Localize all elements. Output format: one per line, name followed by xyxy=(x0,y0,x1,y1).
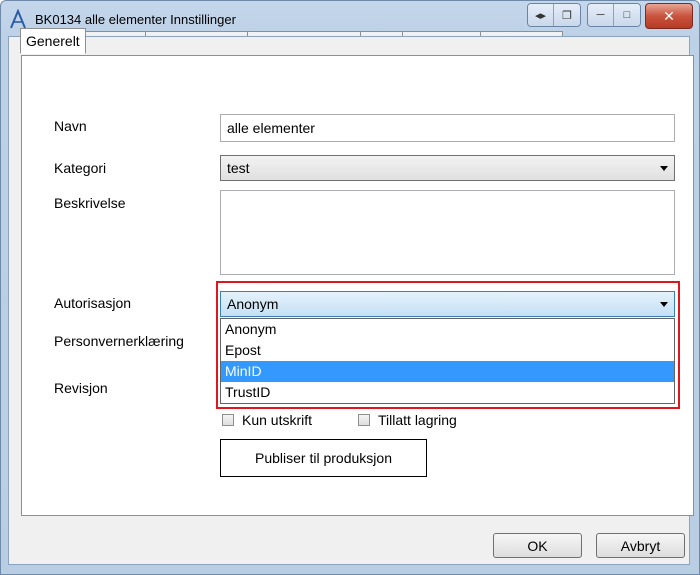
option-minid[interactable]: MinID xyxy=(221,361,674,382)
personvern-label: Personvernerklæring xyxy=(54,333,184,349)
chevron-down-icon xyxy=(660,302,668,307)
autorisasjon-select[interactable]: Anonym xyxy=(220,291,675,317)
revisjon-label: Revisjon xyxy=(54,380,108,396)
beskrivelse-textarea[interactable] xyxy=(220,190,675,275)
checkbox-box xyxy=(222,414,234,426)
kun-utskrift-checkbox[interactable]: Kun utskrift xyxy=(222,412,312,428)
tab-generelt[interactable]: Generelt xyxy=(20,28,86,54)
window-title: BK0134 alle elementer Innstillinger xyxy=(35,12,236,27)
copy-icon[interactable]: ❐ xyxy=(554,4,580,26)
kategori-value: test xyxy=(227,160,250,176)
option-trustid[interactable]: TrustID xyxy=(221,382,674,403)
autorisasjon-dropdown-list: Anonym Epost MinID TrustID xyxy=(220,318,675,404)
option-epost[interactable]: Epost xyxy=(221,340,674,361)
navn-input[interactable]: alle elementer xyxy=(220,114,675,142)
kategori-label: Kategori xyxy=(54,160,107,176)
minimize-icon[interactable]: ─ xyxy=(588,4,614,26)
autorisasjon-value: Anonym xyxy=(227,296,279,312)
chevron-down-icon xyxy=(660,166,668,171)
option-anonym[interactable]: Anonym xyxy=(221,319,674,340)
checkbox-box xyxy=(358,414,370,426)
maximize-icon[interactable]: □ xyxy=(614,4,640,26)
publiser-button[interactable]: Publiser til produksjon xyxy=(220,439,427,477)
kun-utskrift-label: Kun utskrift xyxy=(242,412,313,428)
navn-label: Navn xyxy=(54,118,87,134)
close-icon[interactable]: ✕ xyxy=(645,3,693,29)
app-icon xyxy=(10,9,26,29)
autorisasjon-label: Autorisasjon xyxy=(54,295,132,311)
cancel-button[interactable]: Avbryt xyxy=(596,533,685,558)
tillatt-lagring-checkbox[interactable]: Tillatt lagring xyxy=(358,412,457,428)
kategori-select[interactable]: test xyxy=(220,155,675,181)
code-view-icon[interactable]: ◂▸ xyxy=(528,4,554,26)
ok-button[interactable]: OK xyxy=(493,533,582,558)
tillatt-lagring-label: Tillatt lagring xyxy=(378,412,457,428)
beskrivelse-label: Beskrivelse xyxy=(54,195,126,211)
